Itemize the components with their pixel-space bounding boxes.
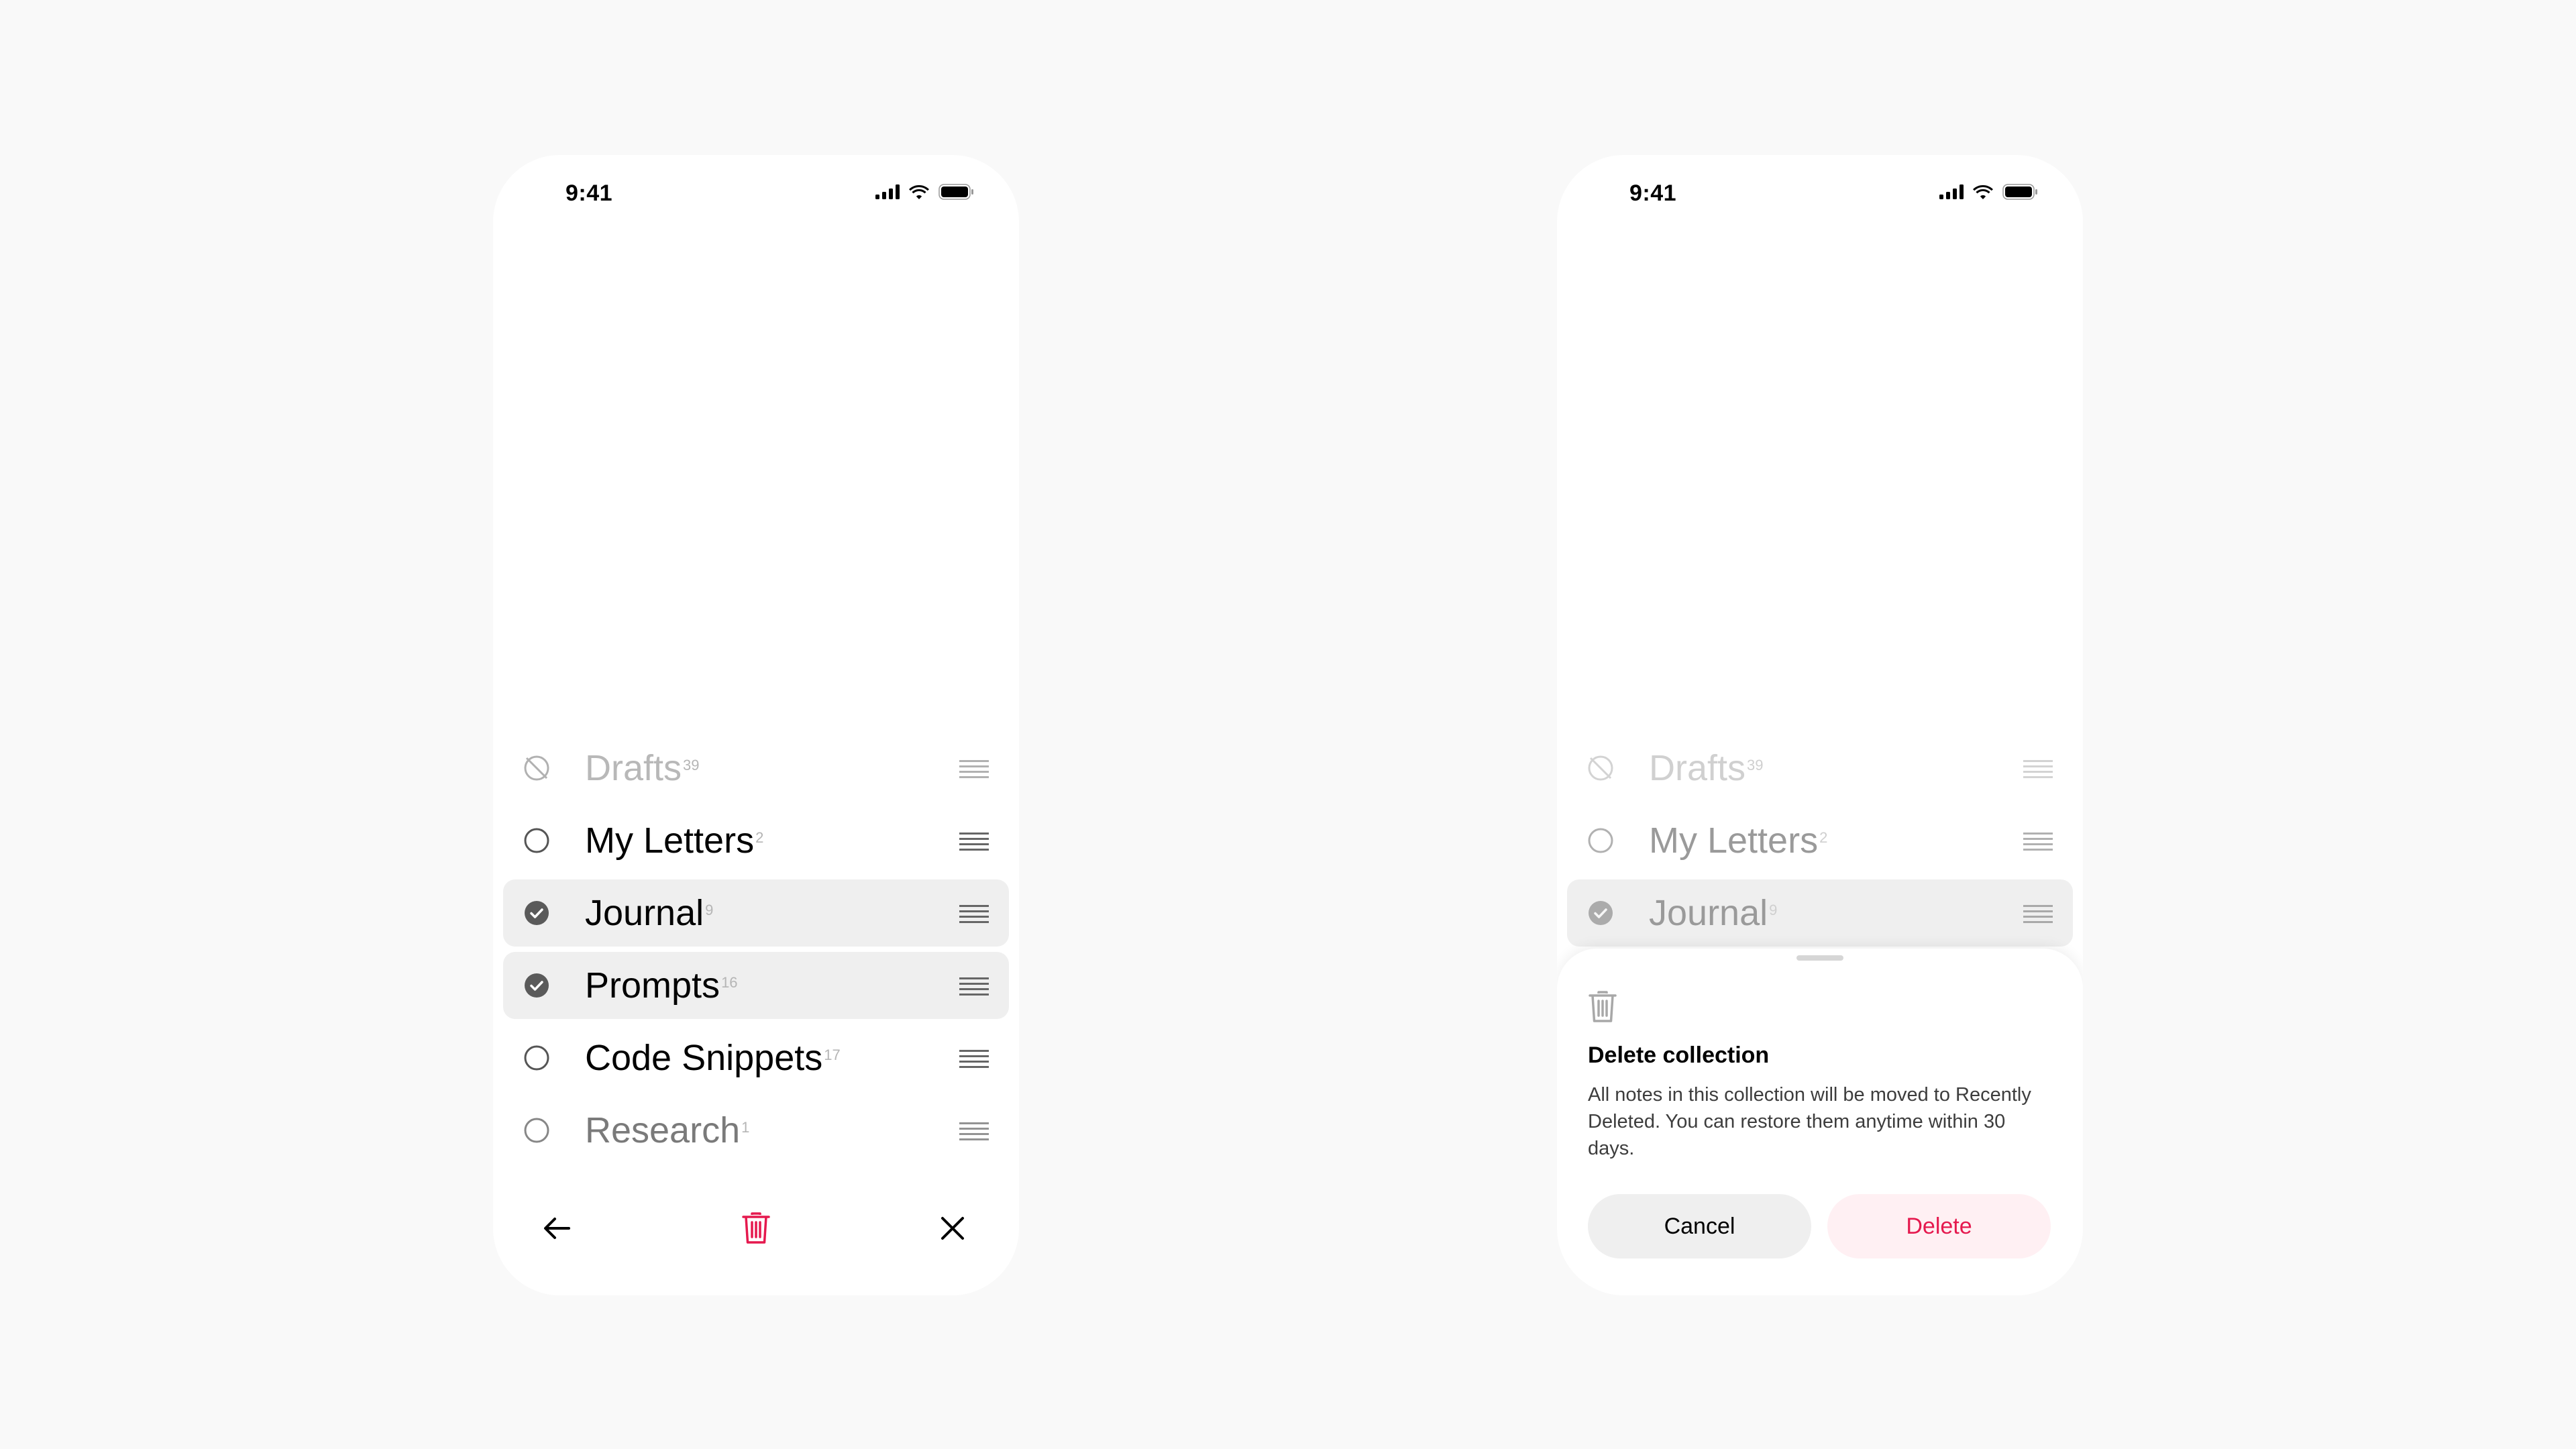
- collection-row-journal[interactable]: Journal9: [503, 879, 1009, 947]
- collection-name: Drafts39: [1649, 748, 1764, 788]
- collection-row-prompts[interactable]: Prompts16: [503, 952, 1009, 1019]
- drag-handle-icon[interactable]: [959, 975, 989, 996]
- sheet-message: All notes in this collection will be mov…: [1588, 1084, 2031, 1159]
- disabled-circle-icon: [524, 755, 549, 781]
- bottom-toolbar: [493, 1195, 1019, 1262]
- phone-screen-edit: 9:41 Drafts39 My Letters2 Journal9 Promp…: [493, 155, 1019, 1295]
- drag-handle-icon: [2023, 833, 2053, 851]
- collection-row-my-letters[interactable]: My Letters2: [503, 807, 1009, 874]
- drag-handle-icon[interactable]: [959, 830, 989, 851]
- wifi-icon: [1972, 184, 1994, 200]
- disabled-circle-icon: [1588, 755, 1613, 781]
- close-icon: [941, 1217, 964, 1240]
- drag-handle-icon: [2023, 760, 2053, 778]
- collection-row-code-snippets[interactable]: Code Snippets17: [503, 1024, 1009, 1091]
- status-time: 9:41: [566, 180, 613, 206]
- collection-row-drafts[interactable]: Drafts39: [503, 735, 1009, 802]
- battery-icon: [938, 184, 975, 200]
- drag-handle-icon[interactable]: [959, 1048, 989, 1068]
- battery-icon: [2002, 184, 2039, 200]
- confirm-delete-button[interactable]: Delete: [1827, 1194, 2051, 1258]
- collection-name: Drafts39: [585, 748, 700, 788]
- arrow-left-icon: [544, 1218, 570, 1239]
- sheet-grabber[interactable]: [1796, 955, 1843, 961]
- wifi-icon: [908, 184, 930, 200]
- trash-icon: [742, 1212, 770, 1244]
- unchecked-circle-icon[interactable]: [523, 1044, 550, 1071]
- phone-screen-delete-confirm: 9:41 Drafts39 My Letters2 Journal9 Delet…: [1557, 155, 2083, 1295]
- collection-count: 9: [705, 902, 714, 918]
- delete-confirmation-sheet: Delete collection All notes in this coll…: [1557, 949, 2083, 1295]
- collection-name: Code Snippets17: [585, 1038, 841, 1078]
- collection-count: 39: [683, 757, 700, 773]
- cancel-button[interactable]: Cancel: [1588, 1194, 1811, 1258]
- collection-count: 17: [824, 1046, 841, 1063]
- trash-icon: [1589, 991, 1617, 1022]
- collection-name: Journal9: [585, 893, 714, 933]
- status-bar: 9:41: [1557, 155, 2083, 235]
- unchecked-circle-icon[interactable]: [523, 1117, 550, 1144]
- collection-row-research[interactable]: Research1: [503, 1097, 1009, 1164]
- drag-handle-icon[interactable]: [959, 1120, 989, 1140]
- close-button[interactable]: [932, 1208, 973, 1248]
- cellular-signal-icon: [875, 184, 900, 199]
- checked-circle-icon[interactable]: [523, 972, 550, 999]
- collection-count: 9: [1769, 902, 1778, 918]
- collection-count: 2: [1819, 829, 1828, 846]
- unchecked-circle-icon[interactable]: [523, 827, 550, 854]
- collection-name: My Letters2: [1649, 820, 1828, 861]
- collection-count: 2: [755, 829, 764, 846]
- cellular-signal-icon: [1939, 184, 1964, 199]
- drag-handle-icon[interactable]: [959, 903, 989, 923]
- collection-count: 39: [1747, 757, 1764, 773]
- sheet-title: Delete collection: [1588, 1042, 1770, 1068]
- collection-count: 1: [741, 1119, 750, 1136]
- unchecked-circle-icon: [1588, 828, 1613, 853]
- collection-row-my-letters: My Letters2: [1567, 807, 2073, 874]
- back-button[interactable]: [537, 1208, 577, 1248]
- collection-name: Prompts16: [585, 965, 738, 1006]
- drag-handle-icon: [2023, 905, 2053, 923]
- checked-circle-icon: [1589, 901, 1613, 925]
- checked-circle-icon[interactable]: [523, 900, 550, 926]
- collection-name: Journal9: [1649, 893, 1778, 933]
- collection-row-drafts: Drafts39: [1567, 735, 2073, 802]
- status-bar: 9:41: [493, 155, 1019, 235]
- delete-button[interactable]: [736, 1208, 776, 1248]
- collection-name: Research1: [585, 1110, 750, 1150]
- collection-name: My Letters2: [585, 820, 764, 861]
- drag-handle-icon[interactable]: [959, 758, 989, 778]
- collection-row-journal: Journal9: [1567, 879, 2073, 947]
- collection-count: 16: [721, 974, 738, 991]
- status-time: 9:41: [1629, 180, 1677, 206]
